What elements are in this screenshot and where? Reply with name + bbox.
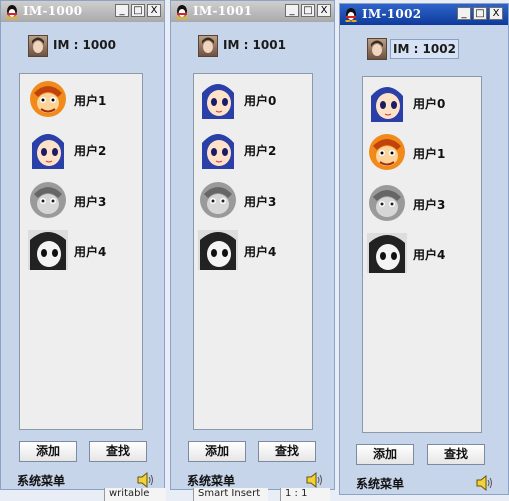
list-item[interactable]: 用户3 [198,180,308,222]
close-button[interactable]: X [317,4,331,17]
user-name: 用户3 [74,195,107,209]
my-account-row: IM : 1000 [28,35,148,59]
my-avatar-icon [28,35,48,57]
find-button[interactable]: 查找 [427,444,485,465]
user-name: 用户4 [74,245,107,259]
blue-hair-girl-icon [367,82,407,122]
list-item[interactable]: 用户2 [28,129,138,171]
status-cursor-position: 1 : 1 [280,488,330,501]
my-im-id: IM : 1000 [53,38,116,52]
window-title: IM-1000 [23,4,83,18]
speaker-icon[interactable] [475,474,493,492]
blue-hair-girl-icon [28,129,68,169]
user-name: 用户1 [74,94,107,108]
add-button[interactable]: 添加 [19,441,77,462]
title-bar[interactable]: IM-1002 _ □ X [340,4,508,25]
im-window-1001: IM-1001 _ □ X IM : 1001 用户0 用户2 用户3 用户4 … [170,0,335,490]
im-window-1002: IM-1002 _ □ X IM : 1002 用户0 用户1 用户3 用户4 … [339,3,509,495]
user-name: 用户2 [244,144,277,158]
monkey-face-gray-icon [369,185,405,221]
close-button[interactable]: X [147,4,161,17]
monkey-face-gray-icon [200,182,236,218]
speaker-icon[interactable] [136,471,154,489]
find-button[interactable]: 查找 [89,441,147,462]
list-item[interactable]: 用户4 [198,230,308,272]
user-name: 用户3 [413,198,446,212]
my-account-row: IM : 1001 [198,35,318,59]
add-button[interactable]: 添加 [356,444,414,465]
maximize-button[interactable]: □ [301,4,315,17]
minimize-button[interactable]: _ [285,4,299,17]
maximize-button[interactable]: □ [131,4,145,17]
system-menu[interactable]: 系统菜单 [187,472,235,489]
user-name: 用户1 [413,147,446,161]
minimize-button[interactable]: _ [115,4,129,17]
window-title: IM-1002 [362,7,422,21]
my-avatar-icon [367,38,387,60]
user-name: 用户0 [244,94,277,108]
my-avatar-icon [198,35,218,57]
im-window-1000: IM-1000 _ □ X IM : 1000 用户1 用户2 用户3 用户4 … [0,0,165,490]
penguin-icon [176,5,188,19]
girl-gray-icon [28,230,68,270]
list-item[interactable]: 用户1 [28,79,138,121]
friend-list[interactable]: 用户1 用户2 用户3 用户4 [19,73,143,430]
my-im-id[interactable]: IM : 1002 [390,39,459,59]
list-item[interactable]: 用户3 [28,180,138,222]
list-item[interactable]: 用户0 [367,82,477,124]
user-name: 用户4 [413,248,446,262]
list-item[interactable]: 用户4 [367,233,477,275]
add-button[interactable]: 添加 [188,441,246,462]
penguin-icon [6,5,18,19]
status-writable: writable [104,488,166,501]
friend-list[interactable]: 用户0 用户1 用户3 用户4 [362,76,482,433]
close-button[interactable]: X [489,7,503,20]
maximize-button[interactable]: □ [473,7,487,20]
list-item[interactable]: 用户3 [367,183,477,225]
user-name: 用户0 [413,97,446,111]
list-item[interactable]: 用户2 [198,129,308,171]
monkey-face-icon [369,134,405,170]
list-item[interactable]: 用户0 [198,79,308,121]
find-button[interactable]: 查找 [258,441,316,462]
girl-gray-icon [367,233,407,273]
window-title: IM-1001 [193,4,253,18]
user-name: 用户2 [74,144,107,158]
monkey-face-icon [30,81,66,117]
system-menu[interactable]: 系统菜单 [17,472,65,489]
speaker-icon[interactable] [305,471,323,489]
title-bar[interactable]: IM-1000 _ □ X [1,1,164,22]
penguin-icon [345,8,357,22]
monkey-face-gray-icon [30,182,66,218]
title-bar[interactable]: IM-1001 _ □ X [171,1,334,22]
user-name: 用户4 [244,245,277,259]
status-insert-mode: Smart Insert [193,488,268,501]
friend-list[interactable]: 用户0 用户2 用户3 用户4 [193,73,313,430]
blue-hair-girl-icon [198,79,238,119]
minimize-button[interactable]: _ [457,7,471,20]
user-name: 用户3 [244,195,277,209]
system-menu[interactable]: 系统菜单 [356,475,404,492]
my-im-id: IM : 1001 [223,38,286,52]
blue-hair-girl-icon [198,129,238,169]
girl-gray-icon [198,230,238,270]
list-item[interactable]: 用户4 [28,230,138,272]
my-account-row: IM : 1002 [367,38,487,62]
list-item[interactable]: 用户1 [367,132,477,174]
